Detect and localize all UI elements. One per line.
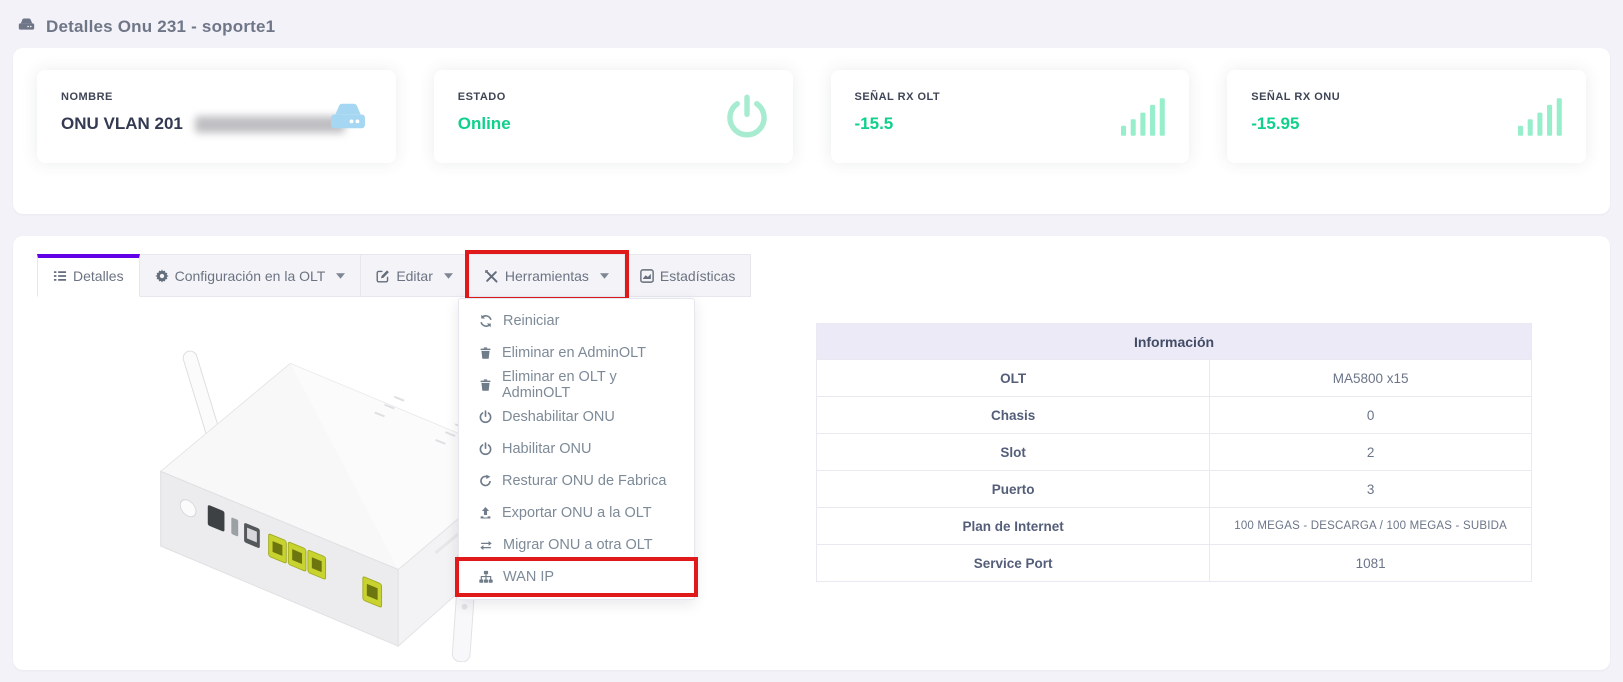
signal-bars-icon — [1121, 98, 1165, 136]
table-row-olt: OLT MA5800 x15 — [817, 360, 1532, 397]
menu-item-label: Exportar ONU a la OLT — [502, 505, 652, 521]
menu-item-resturar-onu-de-fabrica[interactable]: Resturar ONU de Fabrica — [459, 465, 694, 497]
menu-item-label: Deshabilitar ONU — [502, 409, 615, 425]
row-value: 3 — [1210, 471, 1532, 508]
menu-item-habilitar-onu[interactable]: Habilitar ONU — [459, 433, 694, 465]
gear-icon — [155, 269, 169, 283]
row-value: 0 — [1210, 397, 1532, 434]
stat-card-senal-rx-olt: SEÑAL RX OLT -15.5 — [831, 70, 1190, 163]
stat-value: -15.5 — [855, 114, 1166, 134]
herramientas-dropdown-menu: Reiniciar Eliminar en AdminOLT Eliminar … — [458, 298, 695, 600]
page-header: Detalles Onu 231 - soporte1 — [0, 0, 1623, 40]
router-icon — [324, 96, 372, 138]
list-icon — [53, 269, 67, 283]
trash-icon — [479, 346, 492, 360]
tab-label: Detalles — [73, 268, 124, 284]
row-label: Puerto — [817, 471, 1210, 508]
menu-item-wan-ip[interactable]: WAN IP — [459, 561, 694, 593]
menu-item-eliminar-olt-y-adminolt[interactable]: Eliminar en OLT y AdminOLT — [459, 369, 694, 401]
row-value: 1081 — [1210, 545, 1532, 582]
menu-item-label: Habilitar ONU — [502, 441, 591, 457]
signal-bars-icon — [1518, 98, 1562, 136]
row-label: Plan de Internet — [817, 508, 1210, 545]
stat-value: -15.95 — [1251, 114, 1562, 134]
stat-card-senal-rx-onu: SEÑAL RX ONU -15.95 — [1227, 70, 1586, 163]
stat-label: ESTADO — [458, 91, 769, 103]
page-title: Detalles Onu 231 - soporte1 — [46, 17, 275, 37]
row-label: Chasis — [817, 397, 1210, 434]
upload-icon — [479, 506, 492, 520]
stat-label: SEÑAL RX OLT — [855, 91, 1166, 103]
tab-label: Editar — [396, 268, 433, 284]
router-icon — [16, 15, 37, 39]
menu-item-label: Resturar ONU de Fabrica — [502, 473, 666, 489]
row-value: MA5800 x15 — [1210, 360, 1532, 397]
tools-icon — [484, 269, 499, 284]
tab-label: Estadísticas — [660, 268, 735, 284]
menu-item-label: Reiniciar — [503, 313, 559, 329]
row-value: 100 MEGAS - DESCARGA / 100 MEGAS - SUBID… — [1210, 508, 1532, 545]
menu-item-label: Migrar ONU a otra OLT — [503, 537, 653, 553]
stat-value: Online — [458, 114, 769, 134]
menu-item-eliminar-adminolt[interactable]: Eliminar en AdminOLT — [459, 337, 694, 369]
tab-editar[interactable]: Editar — [361, 254, 469, 297]
sitemap-icon — [479, 570, 493, 584]
details-panel: Detalles Configuración en la OLT Editar … — [13, 236, 1610, 670]
edit-icon — [376, 269, 390, 283]
tab-configuracion-olt[interactable]: Configuración en la OLT — [140, 254, 362, 297]
menu-item-label: Eliminar en OLT y AdminOLT — [502, 369, 674, 401]
tab-herramientas[interactable]: Herramientas — [469, 254, 625, 297]
sync-icon — [479, 314, 493, 328]
menu-item-deshabilitar-onu[interactable]: Deshabilitar ONU — [459, 401, 694, 433]
chevron-down-icon — [600, 273, 609, 279]
stat-card-nombre: NOMBRE ONU VLAN 201 — [37, 70, 396, 163]
exchange-icon — [479, 539, 493, 552]
table-row-slot: Slot 2 — [817, 434, 1532, 471]
table-row-service-port: Service Port 1081 — [817, 545, 1532, 582]
row-value: 2 — [1210, 434, 1532, 471]
row-label: Slot — [817, 434, 1210, 471]
rotate-right-icon — [479, 474, 492, 488]
onu-details-page: { "header": { "title": "Detalles Onu 231… — [0, 0, 1623, 682]
menu-item-label: Eliminar en AdminOLT — [502, 345, 646, 361]
info-table: Información OLT MA5800 x15 Chasis 0 Slot… — [816, 323, 1532, 582]
stat-label: SEÑAL RX ONU — [1251, 91, 1562, 103]
row-label: OLT — [817, 360, 1210, 397]
menu-item-reiniciar[interactable]: Reiniciar — [459, 305, 694, 337]
tab-label: Configuración en la OLT — [175, 268, 326, 284]
power-icon — [479, 410, 492, 424]
tab-detalles[interactable]: Detalles — [37, 254, 140, 297]
table-row-puerto: Puerto 3 — [817, 471, 1532, 508]
tab-bar: Detalles Configuración en la OLT Editar … — [37, 254, 1586, 297]
stat-card-estado: ESTADO Online — [434, 70, 793, 163]
trash-icon — [479, 378, 492, 392]
row-label: Service Port — [817, 545, 1210, 582]
table-row-plan-de-internet: Plan de Internet 100 MEGAS - DESCARGA / … — [817, 508, 1532, 545]
onu-name-text: ONU VLAN 201 — [61, 114, 183, 134]
table-row-chasis: Chasis 0 — [817, 397, 1532, 434]
tab-estadisticas[interactable]: Estadísticas — [625, 254, 751, 297]
info-table-title: Información — [817, 324, 1532, 360]
menu-item-label: WAN IP — [503, 569, 554, 585]
redacted-text — [195, 116, 345, 133]
power-icon — [725, 94, 769, 140]
tab-label: Herramientas — [505, 268, 589, 284]
chevron-down-icon — [444, 273, 453, 279]
stat-cards-panel: NOMBRE ONU VLAN 201 ESTADO Online SEÑAL … — [13, 48, 1610, 214]
chevron-down-icon — [336, 273, 345, 279]
menu-item-migrar-onu-a-otra-olt[interactable]: Migrar ONU a otra OLT — [459, 529, 694, 561]
power-icon — [479, 442, 492, 456]
chart-icon — [640, 269, 654, 283]
menu-item-exportar-onu-a-la-olt[interactable]: Exportar ONU a la OLT — [459, 497, 694, 529]
